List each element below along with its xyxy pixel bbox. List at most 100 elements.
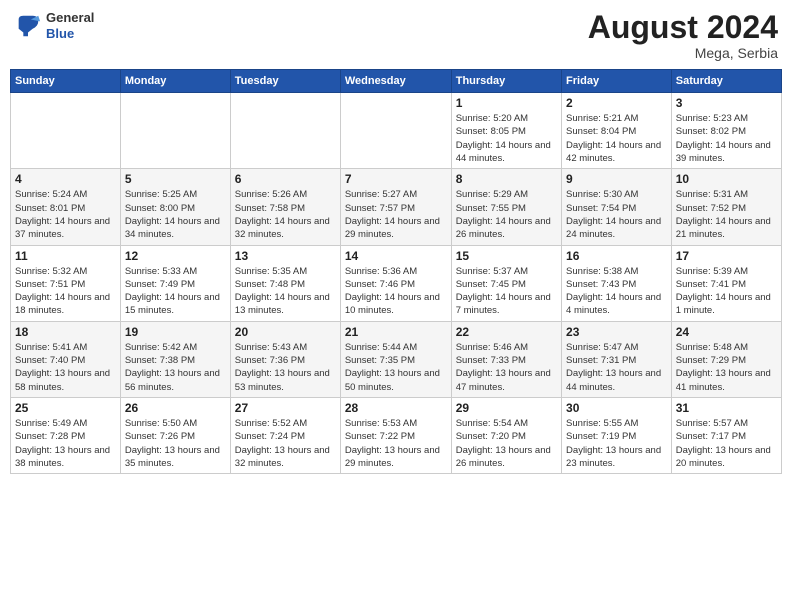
- day-number: 24: [676, 325, 777, 339]
- day-info: Sunrise: 5:50 AM Sunset: 7:26 PM Dayligh…: [125, 417, 226, 470]
- day-number: 11: [15, 249, 116, 263]
- day-cell: 15 Sunrise: 5:37 AM Sunset: 7:45 PM Dayl…: [451, 245, 561, 321]
- logo-text: General Blue: [46, 10, 94, 41]
- weekday-header-monday: Monday: [120, 70, 230, 93]
- weekday-header-saturday: Saturday: [671, 70, 781, 93]
- day-info: Sunrise: 5:49 AM Sunset: 7:28 PM Dayligh…: [15, 417, 116, 470]
- day-number: 27: [235, 401, 336, 415]
- weekday-header-wednesday: Wednesday: [340, 70, 451, 93]
- day-info: Sunrise: 5:43 AM Sunset: 7:36 PM Dayligh…: [235, 341, 336, 394]
- day-cell: 21 Sunrise: 5:44 AM Sunset: 7:35 PM Dayl…: [340, 321, 451, 397]
- day-number: 1: [456, 96, 557, 110]
- day-cell: 17 Sunrise: 5:39 AM Sunset: 7:41 PM Dayl…: [671, 245, 781, 321]
- day-cell: 9 Sunrise: 5:30 AM Sunset: 7:54 PM Dayli…: [562, 169, 672, 245]
- day-cell: 22 Sunrise: 5:46 AM Sunset: 7:33 PM Dayl…: [451, 321, 561, 397]
- month-title: August 2024: [588, 10, 778, 45]
- day-number: 28: [345, 401, 447, 415]
- day-cell: 13 Sunrise: 5:35 AM Sunset: 7:48 PM Dayl…: [230, 245, 340, 321]
- day-info: Sunrise: 5:57 AM Sunset: 7:17 PM Dayligh…: [676, 417, 777, 470]
- week-row-5: 25 Sunrise: 5:49 AM Sunset: 7:28 PM Dayl…: [11, 397, 782, 473]
- day-info: Sunrise: 5:33 AM Sunset: 7:49 PM Dayligh…: [125, 265, 226, 318]
- day-cell: [230, 93, 340, 169]
- day-info: Sunrise: 5:48 AM Sunset: 7:29 PM Dayligh…: [676, 341, 777, 394]
- day-number: 3: [676, 96, 777, 110]
- day-cell: 5 Sunrise: 5:25 AM Sunset: 8:00 PM Dayli…: [120, 169, 230, 245]
- day-cell: 18 Sunrise: 5:41 AM Sunset: 7:40 PM Dayl…: [11, 321, 121, 397]
- day-info: Sunrise: 5:54 AM Sunset: 7:20 PM Dayligh…: [456, 417, 557, 470]
- day-info: Sunrise: 5:53 AM Sunset: 7:22 PM Dayligh…: [345, 417, 447, 470]
- logo: General Blue: [14, 10, 94, 41]
- day-number: 13: [235, 249, 336, 263]
- day-number: 9: [566, 172, 667, 186]
- location: Mega, Serbia: [588, 45, 778, 61]
- day-cell: [11, 93, 121, 169]
- title-area: August 2024 Mega, Serbia: [588, 10, 778, 61]
- day-number: 20: [235, 325, 336, 339]
- day-info: Sunrise: 5:46 AM Sunset: 7:33 PM Dayligh…: [456, 341, 557, 394]
- day-cell: 8 Sunrise: 5:29 AM Sunset: 7:55 PM Dayli…: [451, 169, 561, 245]
- day-number: 7: [345, 172, 447, 186]
- day-info: Sunrise: 5:42 AM Sunset: 7:38 PM Dayligh…: [125, 341, 226, 394]
- day-info: Sunrise: 5:38 AM Sunset: 7:43 PM Dayligh…: [566, 265, 667, 318]
- weekday-header-tuesday: Tuesday: [230, 70, 340, 93]
- day-number: 16: [566, 249, 667, 263]
- day-number: 18: [15, 325, 116, 339]
- day-cell: 14 Sunrise: 5:36 AM Sunset: 7:46 PM Dayl…: [340, 245, 451, 321]
- day-info: Sunrise: 5:35 AM Sunset: 7:48 PM Dayligh…: [235, 265, 336, 318]
- day-info: Sunrise: 5:37 AM Sunset: 7:45 PM Dayligh…: [456, 265, 557, 318]
- day-cell: 19 Sunrise: 5:42 AM Sunset: 7:38 PM Dayl…: [120, 321, 230, 397]
- day-number: 19: [125, 325, 226, 339]
- day-number: 12: [125, 249, 226, 263]
- day-number: 26: [125, 401, 226, 415]
- logo-blue-text: Blue: [46, 26, 94, 42]
- day-cell: 30 Sunrise: 5:55 AM Sunset: 7:19 PM Dayl…: [562, 397, 672, 473]
- week-row-4: 18 Sunrise: 5:41 AM Sunset: 7:40 PM Dayl…: [11, 321, 782, 397]
- weekday-header-thursday: Thursday: [451, 70, 561, 93]
- day-info: Sunrise: 5:30 AM Sunset: 7:54 PM Dayligh…: [566, 188, 667, 241]
- day-info: Sunrise: 5:36 AM Sunset: 7:46 PM Dayligh…: [345, 265, 447, 318]
- day-cell: 16 Sunrise: 5:38 AM Sunset: 7:43 PM Dayl…: [562, 245, 672, 321]
- day-info: Sunrise: 5:20 AM Sunset: 8:05 PM Dayligh…: [456, 112, 557, 165]
- day-info: Sunrise: 5:29 AM Sunset: 7:55 PM Dayligh…: [456, 188, 557, 241]
- day-info: Sunrise: 5:23 AM Sunset: 8:02 PM Dayligh…: [676, 112, 777, 165]
- week-row-3: 11 Sunrise: 5:32 AM Sunset: 7:51 PM Dayl…: [11, 245, 782, 321]
- day-cell: [340, 93, 451, 169]
- day-info: Sunrise: 5:26 AM Sunset: 7:58 PM Dayligh…: [235, 188, 336, 241]
- day-cell: 24 Sunrise: 5:48 AM Sunset: 7:29 PM Dayl…: [671, 321, 781, 397]
- day-info: Sunrise: 5:52 AM Sunset: 7:24 PM Dayligh…: [235, 417, 336, 470]
- day-cell: 11 Sunrise: 5:32 AM Sunset: 7:51 PM Dayl…: [11, 245, 121, 321]
- day-number: 5: [125, 172, 226, 186]
- day-info: Sunrise: 5:24 AM Sunset: 8:01 PM Dayligh…: [15, 188, 116, 241]
- day-cell: 23 Sunrise: 5:47 AM Sunset: 7:31 PM Dayl…: [562, 321, 672, 397]
- day-info: Sunrise: 5:41 AM Sunset: 7:40 PM Dayligh…: [15, 341, 116, 394]
- day-cell: 25 Sunrise: 5:49 AM Sunset: 7:28 PM Dayl…: [11, 397, 121, 473]
- weekday-header-row: SundayMondayTuesdayWednesdayThursdayFrid…: [11, 70, 782, 93]
- week-row-2: 4 Sunrise: 5:24 AM Sunset: 8:01 PM Dayli…: [11, 169, 782, 245]
- day-info: Sunrise: 5:31 AM Sunset: 7:52 PM Dayligh…: [676, 188, 777, 241]
- day-info: Sunrise: 5:55 AM Sunset: 7:19 PM Dayligh…: [566, 417, 667, 470]
- header: General Blue August 2024 Mega, Serbia: [10, 10, 782, 61]
- day-number: 17: [676, 249, 777, 263]
- day-cell: 1 Sunrise: 5:20 AM Sunset: 8:05 PM Dayli…: [451, 93, 561, 169]
- day-number: 2: [566, 96, 667, 110]
- day-cell: 3 Sunrise: 5:23 AM Sunset: 8:02 PM Dayli…: [671, 93, 781, 169]
- day-number: 22: [456, 325, 557, 339]
- day-cell: 4 Sunrise: 5:24 AM Sunset: 8:01 PM Dayli…: [11, 169, 121, 245]
- day-cell: 29 Sunrise: 5:54 AM Sunset: 7:20 PM Dayl…: [451, 397, 561, 473]
- day-info: Sunrise: 5:21 AM Sunset: 8:04 PM Dayligh…: [566, 112, 667, 165]
- day-number: 25: [15, 401, 116, 415]
- day-number: 15: [456, 249, 557, 263]
- day-info: Sunrise: 5:47 AM Sunset: 7:31 PM Dayligh…: [566, 341, 667, 394]
- day-cell: 2 Sunrise: 5:21 AM Sunset: 8:04 PM Dayli…: [562, 93, 672, 169]
- logo-general-text: General: [46, 10, 94, 26]
- day-cell: 26 Sunrise: 5:50 AM Sunset: 7:26 PM Dayl…: [120, 397, 230, 473]
- day-number: 31: [676, 401, 777, 415]
- day-cell: [120, 93, 230, 169]
- day-info: Sunrise: 5:27 AM Sunset: 7:57 PM Dayligh…: [345, 188, 447, 241]
- day-number: 8: [456, 172, 557, 186]
- day-number: 29: [456, 401, 557, 415]
- day-cell: 6 Sunrise: 5:26 AM Sunset: 7:58 PM Dayli…: [230, 169, 340, 245]
- day-info: Sunrise: 5:25 AM Sunset: 8:00 PM Dayligh…: [125, 188, 226, 241]
- day-cell: 10 Sunrise: 5:31 AM Sunset: 7:52 PM Dayl…: [671, 169, 781, 245]
- calendar: SundayMondayTuesdayWednesdayThursdayFrid…: [10, 69, 782, 474]
